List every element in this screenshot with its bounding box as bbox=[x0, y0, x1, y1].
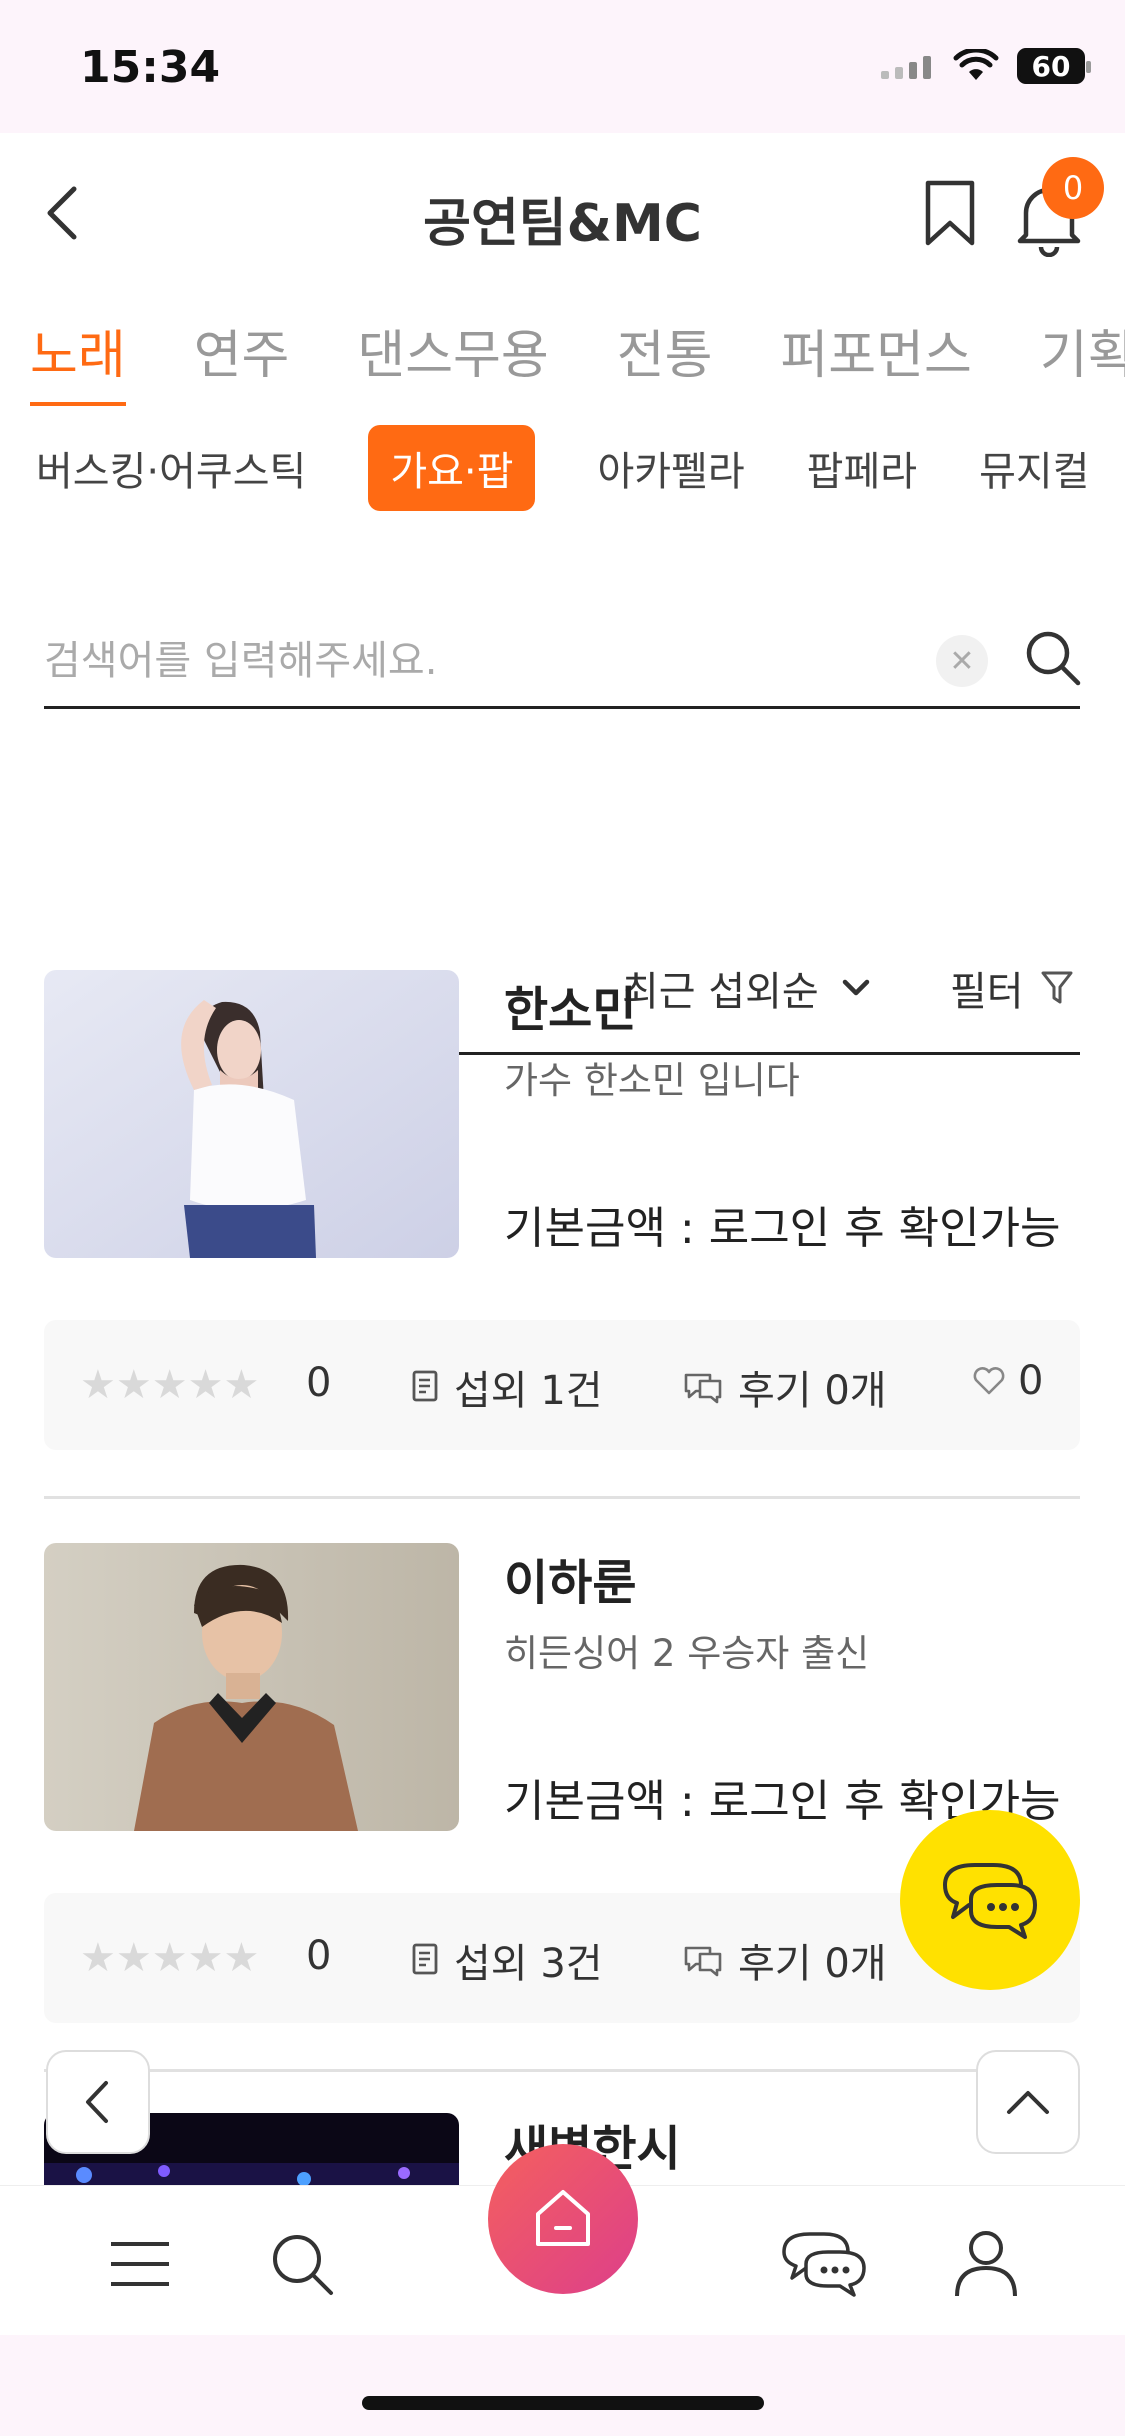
like-count[interactable]: 0 bbox=[972, 1358, 1043, 1404]
rating-value: 0 bbox=[306, 1360, 332, 1406]
tab-traditional[interactable]: 전통 bbox=[617, 313, 713, 406]
chat-icon[interactable] bbox=[778, 2224, 870, 2304]
subtab-acappella[interactable]: 아카펠라 bbox=[597, 439, 744, 497]
performer-photo[interactable] bbox=[44, 1543, 459, 1831]
performer-stats: ★★★★★ 0 섭외 1건 후기 0개 0 bbox=[44, 1320, 1080, 1450]
booking-count: 섭외 1건 bbox=[410, 1358, 603, 1416]
signal-icon bbox=[881, 56, 931, 79]
main-content: 공연팀&MC 0 노래 연주 댄스무용 전통 퍼포먼스 기획공연 버스킹·어쿠스… bbox=[0, 133, 1125, 2185]
chat-fab[interactable] bbox=[900, 1810, 1080, 1990]
tab-performance[interactable]: 퍼포먼스 bbox=[780, 313, 971, 406]
heart-icon bbox=[973, 1367, 1005, 1395]
star-rating-icon: ★★★★★ bbox=[80, 1362, 260, 1408]
chevron-left-icon bbox=[86, 2081, 108, 2123]
header: 공연팀&MC 0 bbox=[0, 133, 1125, 293]
review-label: 후기 0개 bbox=[738, 1941, 887, 1987]
status-time: 15:34 bbox=[80, 42, 221, 93]
review-icon bbox=[684, 1946, 722, 1977]
search-input[interactable] bbox=[44, 633, 924, 689]
performer-price: 기본금액 : 로그인 후 확인가능 bbox=[504, 1203, 1061, 1254]
tab-instrumental[interactable]: 연주 bbox=[194, 313, 290, 406]
review-icon bbox=[684, 1373, 722, 1404]
review-label: 후기 0개 bbox=[738, 1368, 887, 1414]
star-rating-icon: ★★★★★ bbox=[80, 1935, 260, 1981]
clear-icon[interactable]: ✕ bbox=[936, 635, 988, 687]
bookmark-icon[interactable] bbox=[920, 177, 980, 249]
home-button[interactable] bbox=[488, 2144, 638, 2294]
wifi-icon bbox=[953, 49, 999, 80]
performer-name: 한소민 bbox=[504, 982, 637, 1038]
subtab-kpop[interactable]: 가요·팝 bbox=[368, 425, 536, 511]
status-icons: 60 bbox=[879, 48, 1091, 84]
search-icon[interactable] bbox=[262, 2224, 342, 2304]
profile-icon[interactable] bbox=[946, 2224, 1026, 2304]
performer-card[interactable]: 이하룬 히든싱어 2 우승자 출신 기본금액 : 로그인 후 확인가능 ★★★★… bbox=[44, 1543, 1080, 2073]
notification-badge: 0 bbox=[1042, 157, 1104, 219]
subtab-busking[interactable]: 버스킹·어쿠스틱 bbox=[36, 439, 306, 497]
subtab-musical[interactable]: 뮤지컬 bbox=[979, 439, 1089, 497]
card-divider bbox=[44, 1496, 1080, 1499]
tab-song[interactable]: 노래 bbox=[30, 313, 126, 406]
tab-planned-show[interactable]: 기획공연 bbox=[1040, 313, 1125, 406]
booking-count: 섭외 3건 bbox=[410, 1931, 603, 1989]
home-icon bbox=[536, 2190, 590, 2246]
menu-icon[interactable] bbox=[100, 2224, 180, 2304]
home-indicator-area bbox=[0, 2335, 1125, 2436]
booking-label: 섭외 3건 bbox=[454, 1941, 603, 1987]
like-label: 0 bbox=[1018, 1358, 1044, 1404]
document-icon bbox=[412, 1370, 438, 1402]
performer-card[interactable]: 한소민 가수 한소민 입니다 기본금액 : 로그인 후 확인가능 ★★★★★ 0… bbox=[44, 970, 1080, 1500]
card-divider bbox=[44, 2069, 1080, 2072]
chat-bubble-icon bbox=[943, 1863, 1037, 1939]
bottom-nav bbox=[0, 2144, 1125, 2335]
performer-description: 가수 한소민 입니다 bbox=[504, 1059, 800, 1102]
review-count: 후기 0개 bbox=[680, 1358, 887, 1416]
performer-name: 이하룬 bbox=[504, 1555, 637, 1611]
search-icon[interactable] bbox=[1022, 627, 1084, 689]
scroll-top-button[interactable] bbox=[976, 2050, 1080, 2154]
rating-value: 0 bbox=[306, 1933, 332, 1979]
booking-label: 섭외 1건 bbox=[454, 1368, 603, 1414]
status-bar: 15:34 60 bbox=[0, 0, 1125, 133]
subtab-popera[interactable]: 팝페라 bbox=[807, 439, 917, 497]
tab-dance[interactable]: 댄스무용 bbox=[357, 313, 548, 406]
battery-icon: 60 bbox=[1017, 48, 1091, 84]
performer-photo[interactable] bbox=[44, 970, 459, 1258]
subcategory-tabs: 버스킹·어쿠스틱 가요·팝 아카펠라 팝페라 뮤지컬 bbox=[36, 425, 1089, 511]
category-tabs: 노래 연주 댄스무용 전통 퍼포먼스 기획공연 bbox=[30, 313, 1125, 406]
prev-page-button[interactable] bbox=[46, 2050, 150, 2154]
home-indicator[interactable] bbox=[362, 2396, 764, 2410]
chevron-up-icon bbox=[1007, 2091, 1049, 2114]
performer-description: 히든싱어 2 우승자 출신 bbox=[504, 1632, 870, 1675]
search-bar: ✕ bbox=[44, 613, 1081, 709]
review-count: 후기 0개 bbox=[680, 1931, 887, 1989]
document-icon bbox=[412, 1943, 438, 1975]
